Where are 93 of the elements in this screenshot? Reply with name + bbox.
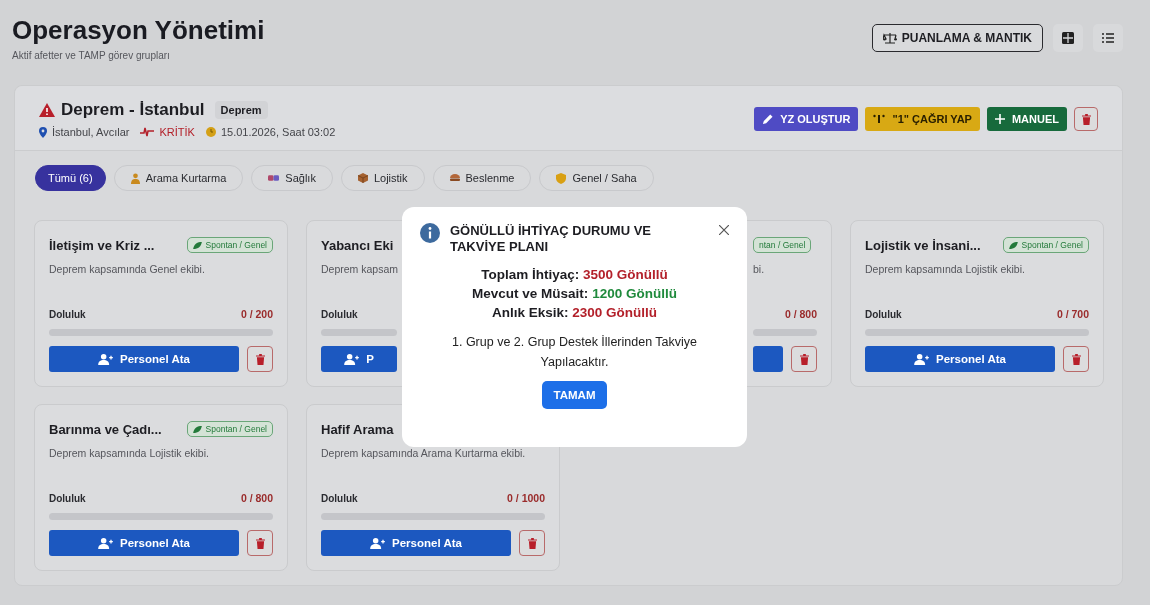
- trash-icon: [799, 353, 809, 365]
- box-icon: [357, 173, 368, 183]
- delete-button[interactable]: [519, 530, 545, 556]
- trash-icon: [1081, 113, 1091, 125]
- list-icon: [1102, 33, 1114, 43]
- group-description: Deprem kapsamında Arama Kurtarma ekibi.: [321, 446, 527, 461]
- dialog-note: 1. Grup ve 2. Grup Destek İllerinden Takviye Yapılacaktır.: [451, 334, 698, 371]
- fill-label: Doluluk: [865, 308, 902, 320]
- filter-tab[interactable]: Sağlık: [251, 165, 333, 191]
- fill-count: 0 / 200: [240, 308, 273, 320]
- filter-tab[interactable]: Tümü (6): [35, 165, 106, 191]
- filter-tab[interactable]: Genel / Saha: [539, 165, 654, 191]
- group-description: Deprem kapsam: [321, 262, 397, 277]
- location-pin-icon: [39, 126, 47, 138]
- tag-badge: Spontan / Genel: [186, 237, 273, 253]
- delete-button[interactable]: [1063, 346, 1089, 372]
- fill-count: 0 / 1000: [507, 492, 545, 504]
- stat-line: Mevcut ve Müsait: 1200 Gönüllü: [471, 285, 678, 303]
- dialog-title: GÖNÜLLÜ İHTİYAÇ DURUMU VE TAKVİYE PLANI: [450, 223, 653, 255]
- info-icon: [420, 223, 440, 243]
- filter-tab[interactable]: Arama Kurtarma: [113, 165, 244, 191]
- action-button[interactable]: MANUEL: [986, 107, 1067, 131]
- grid-view-button[interactable]: [1053, 24, 1083, 52]
- group-description: Deprem kapsamında Genel ekibi.: [49, 262, 206, 277]
- trash-icon: [1071, 353, 1081, 365]
- scale-icon: [882, 32, 897, 44]
- tag-badge: Spontan / Genel: [1002, 237, 1089, 253]
- delete-button[interactable]: [1074, 107, 1098, 131]
- fill-label: Doluluk: [321, 308, 358, 320]
- location-text: İstanbul, Avcılar: [52, 126, 130, 138]
- fill-count: 0 / 800: [240, 492, 273, 504]
- filter-tab[interactable]: Lojistik: [340, 165, 425, 191]
- close-button[interactable]: [719, 225, 729, 235]
- add-user-icon: [344, 353, 360, 365]
- person-icon: [130, 172, 140, 184]
- group-title: Yabancı Eki: [321, 237, 394, 253]
- pill-icon: [268, 174, 280, 182]
- assign-staff-button[interactable]: Personel Ata: [321, 530, 511, 556]
- fill-label: Doluluk: [49, 308, 86, 320]
- action-button[interactable]: "1" ÇAĞRI YAP: [865, 107, 980, 131]
- grid-icon: [1062, 32, 1074, 44]
- list-view-button[interactable]: [1093, 24, 1123, 52]
- trash-icon: [255, 353, 265, 365]
- assign-staff-button[interactable]: P: [321, 346, 397, 372]
- close-icon: [719, 225, 729, 235]
- leaf-icon: [192, 241, 202, 249]
- leaf-icon: [1008, 241, 1018, 249]
- trash-icon: [527, 537, 537, 549]
- food-icon: [449, 174, 460, 182]
- ok-button[interactable]: TAMAM: [541, 381, 608, 409]
- tag-badge: Spontan / Genel: [186, 421, 273, 437]
- assign-staff-button[interactable]: Personel Ata: [49, 346, 239, 372]
- pulse-icon: [140, 127, 155, 137]
- shield-icon: [556, 172, 567, 184]
- date-text: 15.01.2026, Saat 03:02: [220, 126, 336, 138]
- add-user-icon: [914, 353, 930, 365]
- fill-count: 0 / 700: [1056, 308, 1089, 320]
- delete-button[interactable]: [791, 346, 817, 372]
- group-description: Deprem kapsamında Lojistik ekibi.: [49, 446, 210, 461]
- scoring-button[interactable]: PUANLAMA & MANTIK: [871, 24, 1043, 52]
- group-title: Hafif Arama: [321, 421, 394, 437]
- trash-icon: [255, 537, 265, 549]
- add-user-icon: [370, 537, 386, 549]
- group-title: Lojistik ve İnsani...: [865, 237, 981, 253]
- leaf-icon: [192, 425, 202, 433]
- clock-icon: [205, 127, 216, 137]
- filter-tab[interactable]: Beslenme: [432, 165, 532, 191]
- add-user-icon: [98, 353, 114, 365]
- group-title: İletişim ve Kriz ...: [49, 237, 155, 253]
- fill-label: Doluluk: [49, 492, 86, 504]
- group-title: Barınma ve Çadı...: [49, 421, 162, 437]
- disaster-title: Deprem - İstanbul: [61, 100, 205, 120]
- page-subtitle: Aktif afetter ve TAMP görev grupları: [12, 50, 171, 61]
- assign-staff-button[interactable]: Personel Ata: [865, 346, 1055, 372]
- fill-count: 0 / 800: [784, 308, 817, 320]
- group-description: bi.: [753, 262, 766, 277]
- tag-badge: ntan / Genel: [753, 237, 812, 253]
- add-user-icon: [98, 537, 114, 549]
- warning-icon: [39, 103, 55, 117]
- action-button[interactable]: YZ OLUŞTUR: [754, 107, 859, 131]
- stat-line: Toplam İhtiyaç: 3500 Gönüllü: [480, 266, 669, 284]
- type-badge: Deprem: [214, 101, 268, 119]
- severity-text: KRİTİK: [159, 126, 195, 138]
- delete-button[interactable]: [247, 346, 273, 372]
- plus-icon: [994, 114, 1005, 124]
- stat-line: Anlık Eksik: 2300 Gönüllü: [490, 304, 659, 322]
- assign-staff-button[interactable]: Personel Ata: [49, 530, 239, 556]
- group-description: Deprem kapsamında Lojistik ekibi.: [865, 262, 1026, 277]
- pencil-icon: [762, 113, 774, 125]
- page-title: Operasyon Yönetimi: [12, 14, 265, 46]
- pager-icon: [873, 114, 886, 124]
- delete-button[interactable]: [247, 530, 273, 556]
- fill-label: Doluluk: [321, 492, 358, 504]
